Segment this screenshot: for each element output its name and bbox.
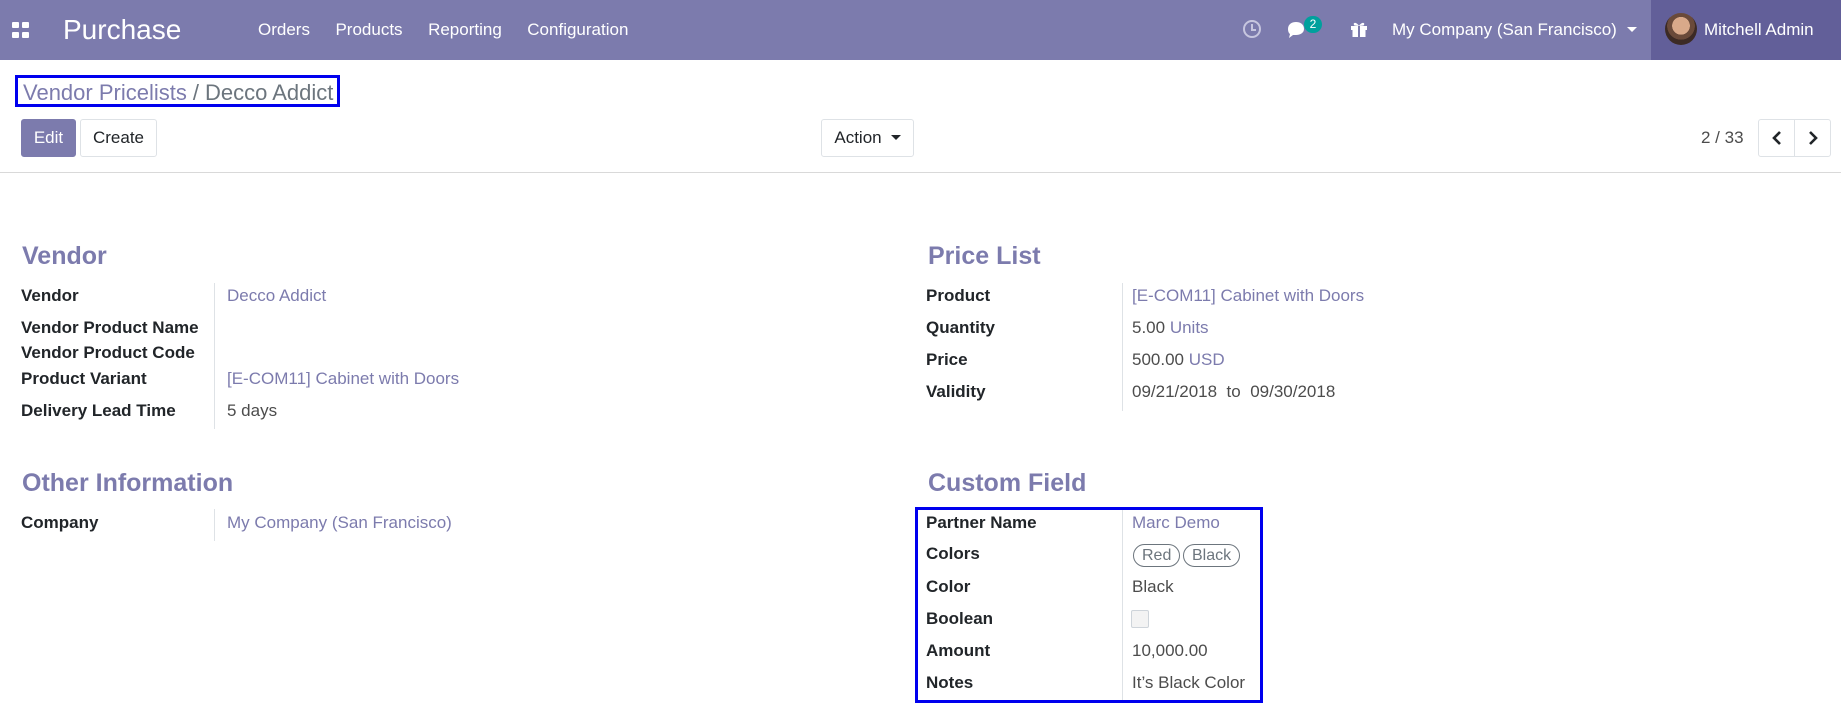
price-currency-link[interactable]: USD [1189, 350, 1225, 369]
validity-to-date: 09/30/2018 [1250, 382, 1336, 401]
activity-clock-icon[interactable] [1243, 20, 1261, 38]
avatar [1665, 13, 1697, 45]
color-label: Color [926, 577, 971, 596]
product-label: Product [926, 286, 991, 305]
breadcrumb-current: Decco Addict [204, 80, 334, 105]
product-variant-link[interactable]: [E-COM11] Cabinet with Doors [227, 369, 459, 389]
price-list-section-title: Price List [928, 242, 1041, 270]
user-menu[interactable]: Mitchell Admin [1651, 0, 1841, 60]
field-divider [1122, 510, 1123, 700]
notes-value: It’s Black Color [1132, 673, 1246, 692]
message-count-badge: 2 [1304, 16, 1322, 33]
delivery-lead-time-value: 5 days [227, 401, 278, 420]
chevron-down-icon [890, 135, 901, 140]
company-value-link[interactable]: My Company (San Francisco) [227, 513, 452, 533]
breadcrumb-parent-link[interactable]: Vendor Pricelists [23, 80, 187, 105]
price-number: 500.00 [1132, 350, 1184, 369]
menu-item-products[interactable]: Products [335, 20, 402, 40]
amount-value: 10,000.00 [1132, 641, 1208, 660]
product-value-link[interactable]: [E-COM11] Cabinet with Doors [1132, 286, 1364, 306]
validity-to-word: to [1226, 382, 1241, 401]
price-value: 500.00 USD [1132, 350, 1225, 370]
quantity-label: Quantity [926, 318, 995, 337]
breadcrumb: Vendor Pricelists / Decco Addict [15, 75, 341, 107]
vendor-section-title: Vendor [22, 242, 107, 270]
menu-item-orders[interactable]: Orders [258, 20, 310, 40]
vendor-label: Vendor [21, 286, 79, 305]
boolean-checkbox[interactable] [1131, 610, 1149, 628]
control-panel-divider [0, 172, 1841, 173]
quantity-unit-link[interactable]: Units [1170, 318, 1209, 337]
quantity-value: 5.00 Units [1132, 318, 1209, 338]
quantity-number: 5.00 [1132, 318, 1166, 337]
pager-value[interactable]: 2 / 33 [1701, 128, 1744, 148]
user-name: Mitchell Admin [1704, 20, 1814, 39]
field-divider [214, 509, 215, 541]
edit-button[interactable]: Edit [21, 119, 76, 157]
app-title[interactable]: Purchase [63, 14, 181, 46]
delivery-lead-time-label: Delivery Lead Time [21, 401, 176, 420]
main-menu: Orders Products Reporting Configuration [258, 20, 654, 40]
price-label: Price [926, 350, 968, 369]
vendor-product-name-label: Vendor Product Name [21, 318, 199, 337]
apps-menu-icon[interactable] [12, 22, 30, 38]
company-label: Company [21, 513, 99, 532]
partner-name-label: Partner Name [926, 513, 1037, 532]
colors-label: Colors [926, 544, 980, 563]
gift-icon[interactable] [1349, 19, 1369, 39]
chevron-left-icon [1772, 131, 1781, 145]
chevron-right-icon [1809, 131, 1818, 145]
notes-label: Notes [926, 673, 974, 692]
custom-field-section-title: Custom Field [928, 469, 1087, 497]
create-button[interactable]: Create [80, 119, 157, 157]
product-variant-label: Product Variant [21, 369, 147, 388]
boolean-label: Boolean [926, 609, 994, 628]
action-dropdown[interactable]: Action [821, 119, 914, 157]
validity-from-date: 09/21/2018 [1132, 382, 1218, 401]
company-switcher[interactable]: My Company (San Francisco) [1392, 20, 1637, 40]
color-value: Black [1132, 577, 1174, 596]
amount-label: Amount [926, 641, 991, 660]
color-tag-black: Black [1183, 544, 1241, 567]
vendor-product-code-label: Vendor Product Code [21, 343, 195, 362]
pager-next-button[interactable] [1794, 119, 1831, 157]
validity-range: 09/21/2018 to 09/30/2018 [1132, 382, 1335, 402]
other-information-section-title: Other Information [22, 469, 234, 497]
company-switcher-label: My Company (San Francisco) [1392, 20, 1617, 39]
pager-previous-button[interactable] [1758, 119, 1795, 157]
menu-item-reporting[interactable]: Reporting [428, 20, 502, 40]
vendor-value-link[interactable]: Decco Addict [227, 286, 326, 306]
menu-item-configuration[interactable]: Configuration [527, 20, 628, 40]
partner-name-link[interactable]: Marc Demo [1132, 513, 1220, 533]
top-navbar: Purchase Orders Products Reporting Confi… [0, 0, 1841, 60]
field-divider [214, 283, 215, 429]
color-tag-red: Red [1133, 544, 1181, 567]
action-dropdown-label: Action [834, 128, 882, 147]
validity-label: Validity [926, 382, 986, 401]
chevron-down-icon [1626, 27, 1637, 32]
field-divider [1122, 283, 1123, 411]
breadcrumb-separator: / [192, 80, 199, 105]
